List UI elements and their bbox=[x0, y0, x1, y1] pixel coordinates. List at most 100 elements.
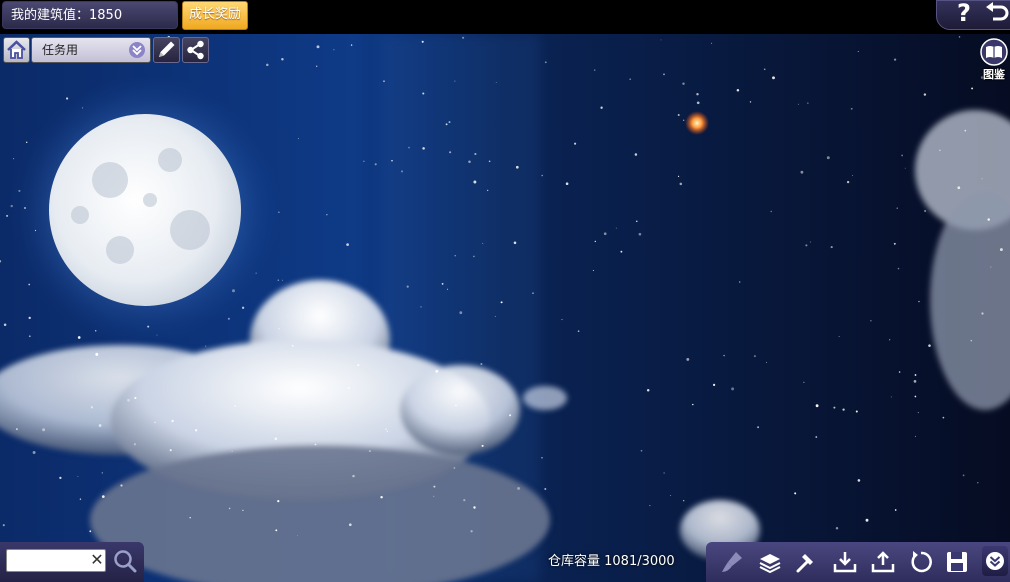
star bbox=[594, 69, 596, 71]
star bbox=[893, 58, 897, 61]
star bbox=[990, 266, 992, 268]
search-icon bbox=[114, 550, 137, 573]
star bbox=[500, 301, 503, 304]
star bbox=[154, 421, 156, 424]
star bbox=[447, 288, 449, 290]
search-button[interactable] bbox=[112, 548, 138, 574]
back-arrow-icon[interactable] bbox=[984, 1, 1010, 25]
star bbox=[3, 323, 7, 327]
share-button[interactable] bbox=[182, 37, 209, 63]
star bbox=[487, 189, 489, 192]
star bbox=[696, 101, 700, 105]
star bbox=[422, 92, 425, 95]
star bbox=[6, 214, 9, 217]
star bbox=[723, 354, 725, 357]
save-tool-button[interactable] bbox=[943, 548, 971, 576]
star bbox=[686, 357, 690, 361]
star bbox=[663, 73, 665, 76]
star bbox=[807, 102, 809, 104]
star bbox=[462, 36, 465, 39]
star bbox=[852, 175, 854, 177]
star bbox=[679, 182, 683, 186]
star bbox=[600, 106, 603, 109]
star bbox=[494, 315, 496, 317]
star bbox=[101, 472, 103, 474]
star bbox=[278, 211, 280, 214]
star bbox=[517, 486, 521, 490]
star bbox=[509, 414, 512, 417]
star bbox=[815, 436, 818, 438]
star bbox=[857, 51, 859, 53]
star bbox=[957, 186, 961, 190]
star bbox=[374, 163, 377, 166]
star bbox=[712, 383, 716, 387]
brush-icon bbox=[722, 552, 742, 572]
star bbox=[893, 242, 896, 245]
star bbox=[971, 87, 974, 90]
star bbox=[363, 160, 365, 162]
star bbox=[383, 80, 385, 83]
layers-tool-button[interactable] bbox=[756, 548, 784, 576]
star bbox=[865, 518, 869, 522]
star bbox=[592, 269, 594, 272]
download-tool-button[interactable] bbox=[831, 548, 859, 576]
mode-select[interactable]: 任务用 bbox=[31, 37, 151, 63]
star bbox=[133, 443, 137, 446]
hammer-tool-button[interactable] bbox=[793, 548, 821, 576]
star bbox=[349, 523, 352, 526]
star bbox=[98, 424, 102, 427]
star bbox=[227, 317, 230, 320]
star bbox=[385, 428, 387, 431]
brush-tool-button[interactable] bbox=[718, 548, 746, 576]
star bbox=[298, 138, 299, 140]
star bbox=[77, 336, 81, 339]
expand-toolbar-button[interactable] bbox=[982, 546, 1008, 576]
star bbox=[677, 113, 680, 117]
star bbox=[970, 339, 973, 342]
edit-button[interactable] bbox=[153, 37, 180, 63]
hammer-icon bbox=[796, 554, 813, 573]
star bbox=[228, 507, 231, 510]
star bbox=[918, 300, 920, 303]
star bbox=[277, 279, 280, 281]
star bbox=[939, 149, 941, 152]
star bbox=[532, 292, 534, 294]
growth-reward-button[interactable]: 成长奖励 bbox=[182, 1, 248, 30]
star bbox=[316, 65, 318, 67]
star bbox=[202, 399, 204, 401]
star bbox=[156, 334, 158, 336]
star bbox=[515, 165, 519, 169]
star bbox=[347, 386, 350, 389]
upload-tool-button[interactable] bbox=[869, 548, 897, 576]
star bbox=[189, 517, 191, 519]
star bbox=[693, 123, 695, 125]
catalog-label: 图鉴 bbox=[983, 68, 1005, 81]
star bbox=[474, 152, 477, 156]
home-icon bbox=[7, 40, 26, 59]
star bbox=[889, 339, 891, 341]
catalog-button[interactable]: 图鉴 bbox=[978, 38, 1010, 82]
star bbox=[663, 472, 665, 474]
star bbox=[441, 283, 444, 285]
star bbox=[89, 530, 92, 533]
star bbox=[28, 283, 31, 286]
layers-icon bbox=[759, 554, 781, 574]
star bbox=[248, 412, 250, 414]
star bbox=[923, 93, 927, 96]
star bbox=[333, 49, 335, 51]
star bbox=[660, 39, 662, 41]
star bbox=[352, 474, 355, 478]
home-button[interactable] bbox=[3, 37, 30, 63]
clear-icon[interactable]: ✕ bbox=[89, 550, 105, 570]
star bbox=[454, 255, 456, 257]
star bbox=[468, 160, 471, 163]
star bbox=[454, 80, 456, 82]
help-icon[interactable]: ? bbox=[952, 0, 976, 26]
star bbox=[896, 207, 898, 209]
star bbox=[120, 484, 123, 487]
star bbox=[94, 330, 97, 332]
star bbox=[66, 97, 69, 100]
rotate-tool-button[interactable] bbox=[907, 548, 935, 576]
star bbox=[42, 428, 46, 432]
mode-select-value: 任务用 bbox=[42, 43, 79, 57]
